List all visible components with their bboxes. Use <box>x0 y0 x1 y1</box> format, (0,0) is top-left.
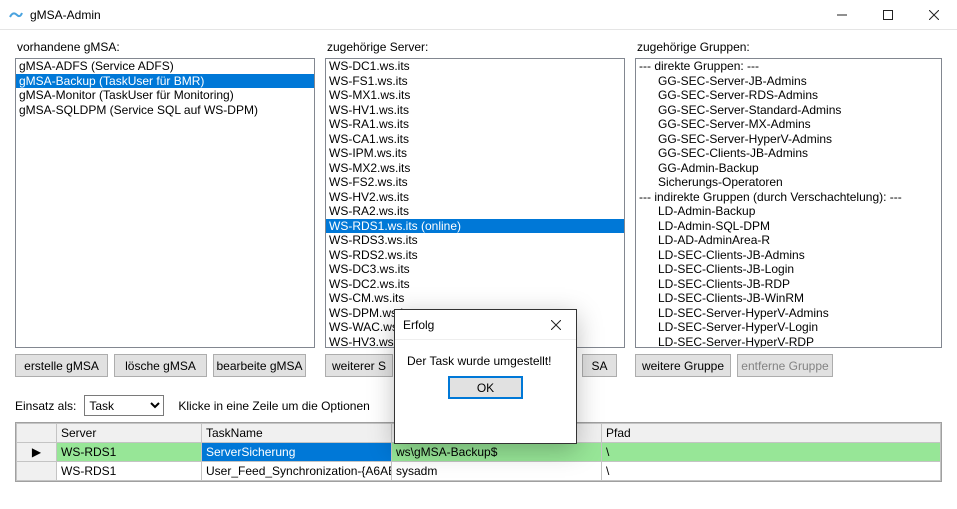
list-item[interactable]: GG-SEC-Server-RDS-Admins <box>636 88 941 103</box>
list-item[interactable]: WS-CM.ws.its <box>326 291 624 306</box>
table-cell[interactable]: \ <box>602 443 941 462</box>
row-header[interactable]: ▶ <box>17 443 57 462</box>
list-item[interactable]: Sicherungs-Operatoren <box>636 175 941 190</box>
column-header[interactable]: Pfad <box>602 424 941 443</box>
server-label: zugehörige Server: <box>327 40 625 54</box>
list-item[interactable]: WS-RA1.ws.its <box>326 117 624 132</box>
list-item[interactable]: WS-MX2.ws.its <box>326 161 624 176</box>
gmsa-column: vorhandene gMSA: gMSA-ADFS (Service ADFS… <box>15 40 315 377</box>
list-item[interactable]: gMSA-SQLDPM (Service SQL auf WS-DPM) <box>16 103 314 118</box>
table-cell[interactable]: WS-RDS1 <box>57 462 202 481</box>
list-item[interactable]: --- indirekte Gruppen (durch Verschachte… <box>636 190 941 205</box>
table-row[interactable]: ▶WS-RDS1ServerSicherungws\gMSA-Backup$\ <box>17 443 941 462</box>
list-item[interactable]: WS-IPM.ws.its <box>326 146 624 161</box>
group-label: zugehörige Gruppen: <box>637 40 942 54</box>
table-row[interactable]: WS-RDS1User_Feed_Synchronization-{A6AB57… <box>17 462 941 481</box>
group-listbox[interactable]: --- direkte Gruppen: ---GG-SEC-Server-JB… <box>635 58 942 348</box>
list-item[interactable]: LD-SEC-Server-HyperV-Admins <box>636 306 941 321</box>
maximize-button[interactable] <box>865 0 911 30</box>
dialog-close-button[interactable] <box>536 310 576 340</box>
list-item[interactable]: GG-SEC-Server-JB-Admins <box>636 74 941 89</box>
list-item[interactable]: WS-DC3.ws.its <box>326 262 624 277</box>
more-server-button[interactable]: weiterer S <box>325 354 393 377</box>
create-gmsa-button[interactable]: erstelle gMSA <box>15 354 108 377</box>
dialog-message: Der Task wurde umgestellt! <box>395 340 576 376</box>
list-item[interactable]: LD-SEC-Clients-JB-Admins <box>636 248 941 263</box>
list-item[interactable]: LD-Admin-SQL-DPM <box>636 219 941 234</box>
list-item[interactable]: WS-CA1.ws.its <box>326 132 624 147</box>
table-cell[interactable]: ws\gMSA-Backup$ <box>392 443 602 462</box>
list-item[interactable]: LD-AD-AdminArea-R <box>636 233 941 248</box>
list-item[interactable]: --- direkte Gruppen: --- <box>636 59 941 74</box>
list-item[interactable]: WS-FS1.ws.its <box>326 74 624 89</box>
dialog-title: Erfolg <box>403 318 536 332</box>
install-gmsa-button[interactable]: SA <box>582 354 617 377</box>
table-cell[interactable]: User_Feed_Synchronization-{A6AB57… <box>202 462 392 481</box>
success-dialog: Erfolg Der Task wurde umgestellt! OK <box>394 309 577 444</box>
app-title: gMSA-Admin <box>30 8 819 22</box>
list-item[interactable]: WS-DC2.ws.its <box>326 277 624 292</box>
column-header[interactable]: Server <box>57 424 202 443</box>
table-cell[interactable]: ServerSicherung <box>202 443 392 462</box>
list-item[interactable]: LD-SEC-Clients-JB-Login <box>636 262 941 277</box>
list-item[interactable]: WS-FS2.ws.its <box>326 175 624 190</box>
gmsa-label: vorhandene gMSA: <box>17 40 315 54</box>
list-item[interactable]: WS-RDS1.ws.its (online) <box>326 219 624 234</box>
edit-gmsa-button[interactable]: bearbeite gMSA <box>213 354 306 377</box>
table-cell[interactable]: \ <box>602 462 941 481</box>
list-item[interactable]: GG-SEC-Server-HyperV-Admins <box>636 132 941 147</box>
close-button[interactable] <box>911 0 957 30</box>
list-item[interactable]: gMSA-ADFS (Service ADFS) <box>16 59 314 74</box>
list-item[interactable]: LD-SEC-Server-HyperV-RDP <box>636 335 941 349</box>
table-cell[interactable]: sysadm <box>392 462 602 481</box>
list-item[interactable]: WS-RDS3.ws.its <box>326 233 624 248</box>
list-item[interactable]: LD-SEC-Server-HyperV-Login <box>636 320 941 335</box>
column-header[interactable]: TaskName <box>202 424 392 443</box>
column-header[interactable] <box>17 424 57 443</box>
list-item[interactable]: WS-HV2.ws.its <box>326 190 624 205</box>
list-item[interactable]: WS-RA2.ws.its <box>326 204 624 219</box>
list-item[interactable]: GG-SEC-Clients-JB-Admins <box>636 146 941 161</box>
list-item[interactable]: WS-DC1.ws.its <box>326 59 624 74</box>
more-group-button[interactable]: weitere Gruppe <box>635 354 731 377</box>
table-cell[interactable]: WS-RDS1 <box>57 443 202 462</box>
list-item[interactable]: WS-HV1.ws.its <box>326 103 624 118</box>
einsatz-label: Einsatz als: <box>15 399 76 413</box>
list-item[interactable]: LD-Admin-Backup <box>636 204 941 219</box>
list-item[interactable]: LD-SEC-Clients-JB-RDP <box>636 277 941 292</box>
gmsa-listbox[interactable]: gMSA-ADFS (Service ADFS)gMSA-Backup (Tas… <box>15 58 315 348</box>
minimize-button[interactable] <box>819 0 865 30</box>
remove-group-button: entferne Gruppe <box>737 354 833 377</box>
delete-gmsa-button[interactable]: lösche gMSA <box>114 354 207 377</box>
einsatz-hint: Klicke in eine Zeile um die Optionen <box>178 399 369 413</box>
list-item[interactable]: gMSA-Backup (TaskUser für BMR) <box>16 74 314 89</box>
dialog-ok-button[interactable]: OK <box>448 376 523 399</box>
list-item[interactable]: GG-Admin-Backup <box>636 161 941 176</box>
list-item[interactable]: gMSA-Monitor (TaskUser für Monitoring) <box>16 88 314 103</box>
row-header[interactable] <box>17 462 57 481</box>
list-item[interactable]: WS-MX1.ws.its <box>326 88 624 103</box>
list-item[interactable]: GG-SEC-Server-Standard-Admins <box>636 103 941 118</box>
group-column: zugehörige Gruppen: --- direkte Gruppen:… <box>635 40 942 377</box>
titlebar: gMSA-Admin <box>0 0 957 30</box>
list-item[interactable]: GG-SEC-Server-MX-Admins <box>636 117 941 132</box>
einsatz-select[interactable]: Task <box>84 395 164 416</box>
list-item[interactable]: LD-SEC-Clients-JB-WinRM <box>636 291 941 306</box>
server-listbox[interactable]: WS-DC1.ws.itsWS-FS1.ws.itsWS-MX1.ws.itsW… <box>325 58 625 348</box>
list-item[interactable]: WS-RDS2.ws.its <box>326 248 624 263</box>
app-icon <box>8 7 24 23</box>
